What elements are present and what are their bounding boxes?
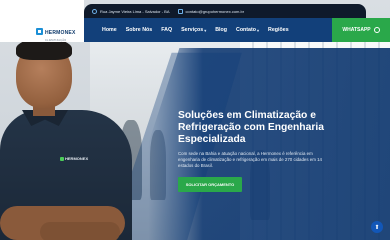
topbar-email[interactable]: contato@grupohermonex.com.br — [177, 8, 244, 14]
logo-text: HERMONEX — [45, 30, 76, 36]
scroll-to-top-button[interactable]: ⬆ — [371, 221, 383, 233]
nav-item-blog[interactable]: Blog — [215, 27, 227, 33]
logo-container: HERMONEX CLIMATIZAÇÃO — [0, 0, 84, 42]
main-nav: Home Sobre Nós FAQ Serviços ▾ Blog Contat… — [102, 18, 289, 42]
nav-item-faq[interactable]: FAQ — [161, 27, 172, 33]
whatsapp-button[interactable]: WHATSAPP — [332, 18, 390, 42]
nav-item-regioes[interactable]: Regiões — [268, 27, 289, 33]
logo-tagline: CLIMATIZAÇÃO — [45, 39, 67, 42]
hero-title: Soluções em Climatização e Refrigeração … — [178, 110, 324, 145]
logo-mark-icon — [36, 28, 43, 35]
arrow-up-icon: ⬆ — [374, 224, 380, 231]
hero-description: Com sede na Bahia e atuação nacional, a … — [178, 151, 322, 168]
topbar-address[interactable]: Rua Jayme Vieira Lima - Salvador - BA — [92, 8, 170, 14]
location-pin-icon — [92, 8, 97, 14]
hero-technician-photo — [0, 36, 135, 240]
shirt-logo-mark-icon — [60, 156, 64, 161]
chevron-down-icon: ▾ — [257, 27, 260, 33]
request-quote-button[interactable]: SOLICITAR ORÇAMENTO — [178, 177, 242, 192]
top-info-bar: Rua Jayme Vieira Lima - Salvador - BA co… — [84, 4, 366, 18]
nav-item-home[interactable]: Home — [102, 27, 117, 33]
nav-item-servicos[interactable]: Serviços ▾ — [181, 27, 206, 33]
chevron-down-icon: ▾ — [204, 27, 207, 33]
hero-content: Soluções em Climatização e Refrigeração … — [178, 110, 348, 169]
shirt-logo: HERMONEX — [60, 156, 88, 161]
nav-item-contato[interactable]: Contato ▾ — [236, 27, 259, 33]
site-logo[interactable]: HERMONEX CLIMATIZAÇÃO — [36, 21, 76, 42]
whatsapp-icon — [373, 27, 380, 33]
nav-item-sobre-nos[interactable]: Sobre Nós — [126, 27, 153, 33]
mail-icon — [177, 8, 183, 14]
